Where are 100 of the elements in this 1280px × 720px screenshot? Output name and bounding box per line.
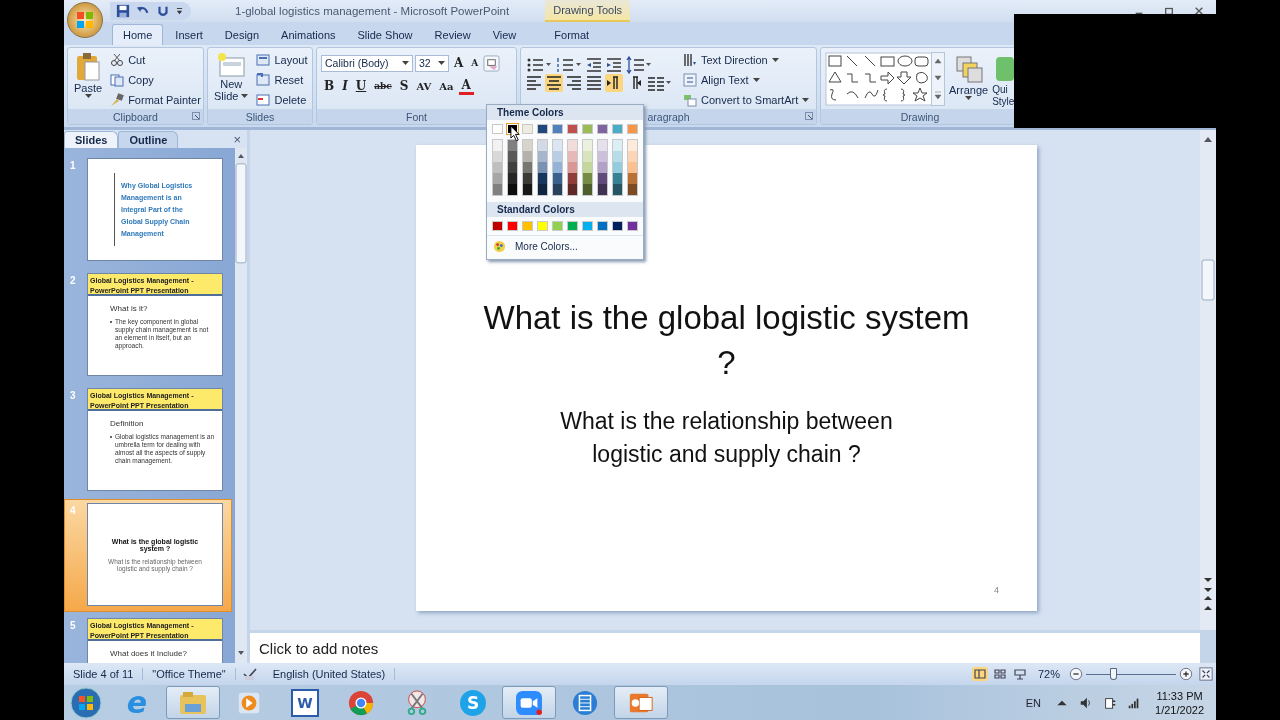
color-swatch[interactable] xyxy=(538,173,547,184)
scrollbar[interactable] xyxy=(235,148,247,663)
color-swatch[interactable] xyxy=(492,124,503,134)
color-swatch[interactable] xyxy=(583,184,592,195)
power-plug-icon[interactable] xyxy=(1103,695,1118,710)
color-swatch[interactable] xyxy=(627,221,638,231)
zoom-level[interactable]: 72% xyxy=(1037,668,1060,680)
color-swatch[interactable] xyxy=(508,140,517,151)
color-swatch[interactable] xyxy=(538,140,547,151)
bold-button[interactable]: B xyxy=(321,77,338,95)
color-swatch[interactable] xyxy=(538,162,547,173)
color-swatch[interactable] xyxy=(613,140,622,151)
color-swatch[interactable] xyxy=(507,221,518,231)
clear-formatting-icon[interactable] xyxy=(483,54,501,72)
close-button[interactable]: × xyxy=(227,131,247,148)
paragraph-command-button[interactable]: Convert to SmartArt xyxy=(681,90,812,109)
close-icon[interactable] xyxy=(1194,6,1204,16)
color-swatch[interactable] xyxy=(523,140,532,151)
ribbon-tab[interactable]: Animations xyxy=(271,24,346,45)
color-swatch[interactable] xyxy=(597,124,608,134)
folder-icon[interactable] xyxy=(166,686,220,719)
color-swatch[interactable] xyxy=(552,124,563,134)
color-swatch[interactable] xyxy=(553,184,562,195)
color-swatch[interactable] xyxy=(523,173,532,184)
shadow-button[interactable]: S xyxy=(396,77,412,95)
color-swatch[interactable] xyxy=(597,221,608,231)
color-swatch[interactable] xyxy=(493,173,502,184)
color-swatch[interactable] xyxy=(628,140,637,151)
color-swatch[interactable] xyxy=(627,124,638,134)
video-camera-icon[interactable] xyxy=(502,686,556,719)
color-swatch[interactable] xyxy=(582,124,593,134)
shapes-gallery[interactable] xyxy=(825,52,933,106)
grow-font-button[interactable]: A xyxy=(451,54,467,72)
color-swatch[interactable] xyxy=(493,151,502,162)
columns-icon[interactable] xyxy=(645,74,673,92)
color-swatch[interactable] xyxy=(582,221,593,231)
color-swatch[interactable] xyxy=(553,162,562,173)
paragraph-command-button[interactable]: Align Text xyxy=(681,70,812,89)
language[interactable]: English (United States) xyxy=(263,668,396,680)
new-slide-button[interactable]: New Slide xyxy=(212,50,251,104)
presentation-icon[interactable] xyxy=(614,686,668,719)
color-swatch[interactable] xyxy=(612,124,623,134)
color-swatch[interactable] xyxy=(628,184,637,195)
strikethrough-button[interactable]: abc xyxy=(371,77,395,95)
slides-button[interactable]: Layout xyxy=(254,50,312,69)
color-swatch[interactable] xyxy=(523,184,532,195)
ribbon-tab[interactable]: Insert xyxy=(165,24,213,45)
color-swatch[interactable] xyxy=(552,221,563,231)
ribbon-tab[interactable]: Review xyxy=(424,24,481,45)
text-direction-icon[interactable] xyxy=(605,74,623,92)
zoom-out-icon[interactable] xyxy=(1069,667,1083,681)
quick-styles-button[interactable]: Qui Style xyxy=(992,50,1015,108)
dialog-launcher-icon[interactable] xyxy=(805,112,813,120)
paste-button[interactable]: Paste xyxy=(72,50,105,100)
ribbon-tab[interactable]: Format xyxy=(540,24,604,45)
slider-thumb[interactable] xyxy=(1110,668,1117,680)
color-swatch[interactable] xyxy=(628,151,637,162)
slides-button[interactable]: Delete xyxy=(254,90,312,109)
save-icon[interactable] xyxy=(116,4,130,18)
notes-field[interactable]: Click to add notes xyxy=(250,630,1200,663)
slides-button[interactable]: Reset xyxy=(254,70,312,89)
spell-check-icon[interactable] xyxy=(241,667,258,681)
view-button[interactable] xyxy=(971,667,988,681)
color-swatch[interactable] xyxy=(567,221,578,231)
color-swatch[interactable] xyxy=(493,140,502,151)
numbering-icon[interactable] xyxy=(555,56,583,74)
color-swatch[interactable] xyxy=(598,162,607,173)
color-swatch[interactable] xyxy=(583,140,592,151)
color-swatch[interactable] xyxy=(598,173,607,184)
pane-tab[interactable]: Slides xyxy=(64,131,119,148)
line-spacing-icon[interactable] xyxy=(625,56,653,74)
alignment-icon[interactable] xyxy=(525,74,543,92)
color-swatch[interactable] xyxy=(568,184,577,195)
italic-button[interactable]: I xyxy=(339,77,351,95)
alignment-icon[interactable] xyxy=(585,74,603,92)
color-swatch[interactable] xyxy=(628,173,637,184)
fit-to-window-icon[interactable] xyxy=(1199,667,1213,681)
color-swatch[interactable] xyxy=(553,151,562,162)
color-swatch[interactable] xyxy=(553,173,562,184)
view-button[interactable] xyxy=(991,667,1008,681)
color-swatch[interactable] xyxy=(567,124,578,134)
clipboard-button[interactable]: Format Painter xyxy=(108,90,203,109)
clipboard-button[interactable]: Cut xyxy=(108,50,203,69)
color-swatch[interactable] xyxy=(537,221,548,231)
color-swatch[interactable] xyxy=(628,162,637,173)
color-swatch[interactable] xyxy=(508,173,517,184)
color-swatch[interactable] xyxy=(598,140,607,151)
shrink-font-button[interactable]: A xyxy=(468,54,482,72)
dialog-launcher-icon[interactable] xyxy=(192,112,200,120)
color-swatch[interactable] xyxy=(492,221,503,231)
color-swatch[interactable] xyxy=(538,151,547,162)
ribbon-tab[interactable]: Slide Show xyxy=(347,24,423,45)
clock-time[interactable]: 11:33 PM xyxy=(1156,688,1203,703)
font-size-field[interactable]: 32 xyxy=(415,54,449,72)
more-colors-item[interactable]: More Colors... xyxy=(487,235,643,259)
ribbon-tab[interactable]: Design xyxy=(214,24,270,45)
color-swatch[interactable] xyxy=(523,162,532,173)
color-swatch[interactable] xyxy=(508,184,517,195)
ribbon-tab[interactable]: View xyxy=(482,24,527,45)
change-case-button[interactable]: Aa xyxy=(436,77,457,95)
